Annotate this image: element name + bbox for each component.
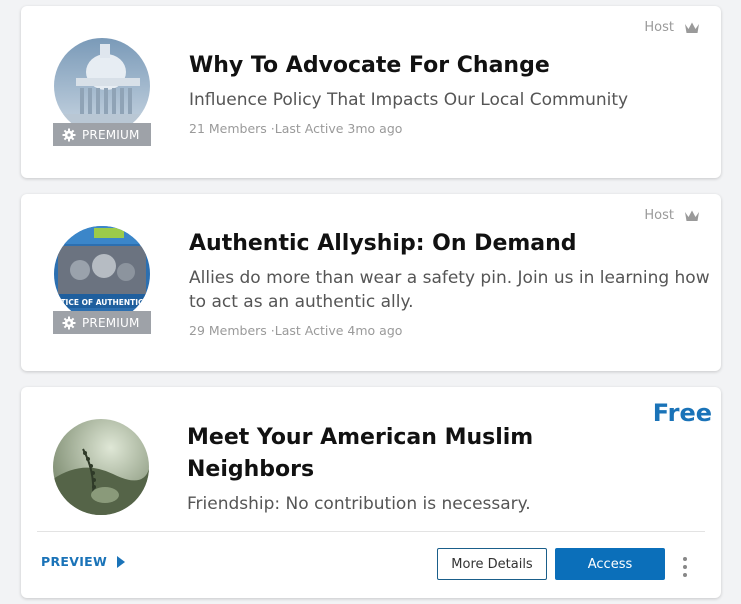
premium-badge: PREMIUM	[53, 123, 151, 146]
group-avatar[interactable]	[54, 38, 150, 134]
last-active: Last Active 3mo ago	[274, 121, 403, 136]
more-options-icon[interactable]	[680, 557, 690, 577]
premium-badge: PREMIUM	[53, 311, 151, 334]
last-active: Last Active 4mo ago	[274, 323, 403, 338]
price-label: Free	[652, 399, 712, 427]
access-button[interactable]: Access	[555, 548, 665, 580]
host-label: Host	[644, 208, 674, 223]
group-meta: 21 Members ·Last Active 3mo ago	[189, 121, 402, 136]
group-title-line1[interactable]: Meet Your American Muslim	[187, 422, 533, 454]
group-subtitle-line2: to act as an authentic ally.	[189, 292, 414, 312]
host-label: Host	[644, 20, 674, 35]
group-card[interactable]: Free Meet Your American Muslim Neighbors…	[21, 387, 721, 598]
premium-label: PREMIUM	[82, 315, 140, 330]
gear-icon	[62, 128, 76, 141]
group-meta: 29 Members ·Last Active 4mo ago	[189, 323, 402, 338]
group-subtitle: Influence Policy That Impacts Our Local …	[189, 90, 629, 110]
host-indicator: Host	[644, 208, 700, 223]
group-title[interactable]: Why To Advocate For Change	[189, 50, 550, 82]
member-count: 21 Members	[189, 121, 267, 136]
group-title-line2[interactable]: Neighbors	[187, 454, 314, 486]
premium-label: PREMIUM	[82, 127, 140, 142]
group-avatar[interactable]: TICE OF AUTHENTIC	[54, 226, 150, 322]
crown-icon	[685, 22, 699, 33]
group-card[interactable]: TICE OF AUTHENTIC PREMIUM Host Authentic…	[21, 194, 721, 371]
group-title[interactable]: Authentic Allyship: On Demand	[189, 228, 577, 260]
gear-icon	[62, 316, 76, 329]
more-details-button[interactable]: More Details	[437, 548, 547, 580]
group-avatar[interactable]	[53, 419, 149, 515]
allyship-poster-image: TICE OF AUTHENTIC	[54, 226, 150, 322]
group-card[interactable]: PREMIUM Host Why To Advocate For Change …	[21, 6, 721, 178]
host-indicator: Host	[644, 20, 700, 35]
play-icon	[117, 555, 126, 568]
preview-link[interactable]: PREVIEW	[41, 554, 126, 569]
prayer-beads-image	[53, 419, 149, 515]
group-subtitle: Friendship: No contribution is necessary…	[187, 494, 531, 514]
card-divider	[37, 531, 705, 532]
group-subtitle-line1: Allies do more than wear a safety pin. J…	[189, 268, 710, 288]
crown-icon	[685, 210, 699, 221]
member-count: 29 Members	[189, 323, 267, 338]
avatar-caption: TICE OF AUTHENTIC	[60, 298, 144, 307]
capitol-building-image	[54, 38, 150, 134]
preview-label: PREVIEW	[41, 554, 108, 569]
